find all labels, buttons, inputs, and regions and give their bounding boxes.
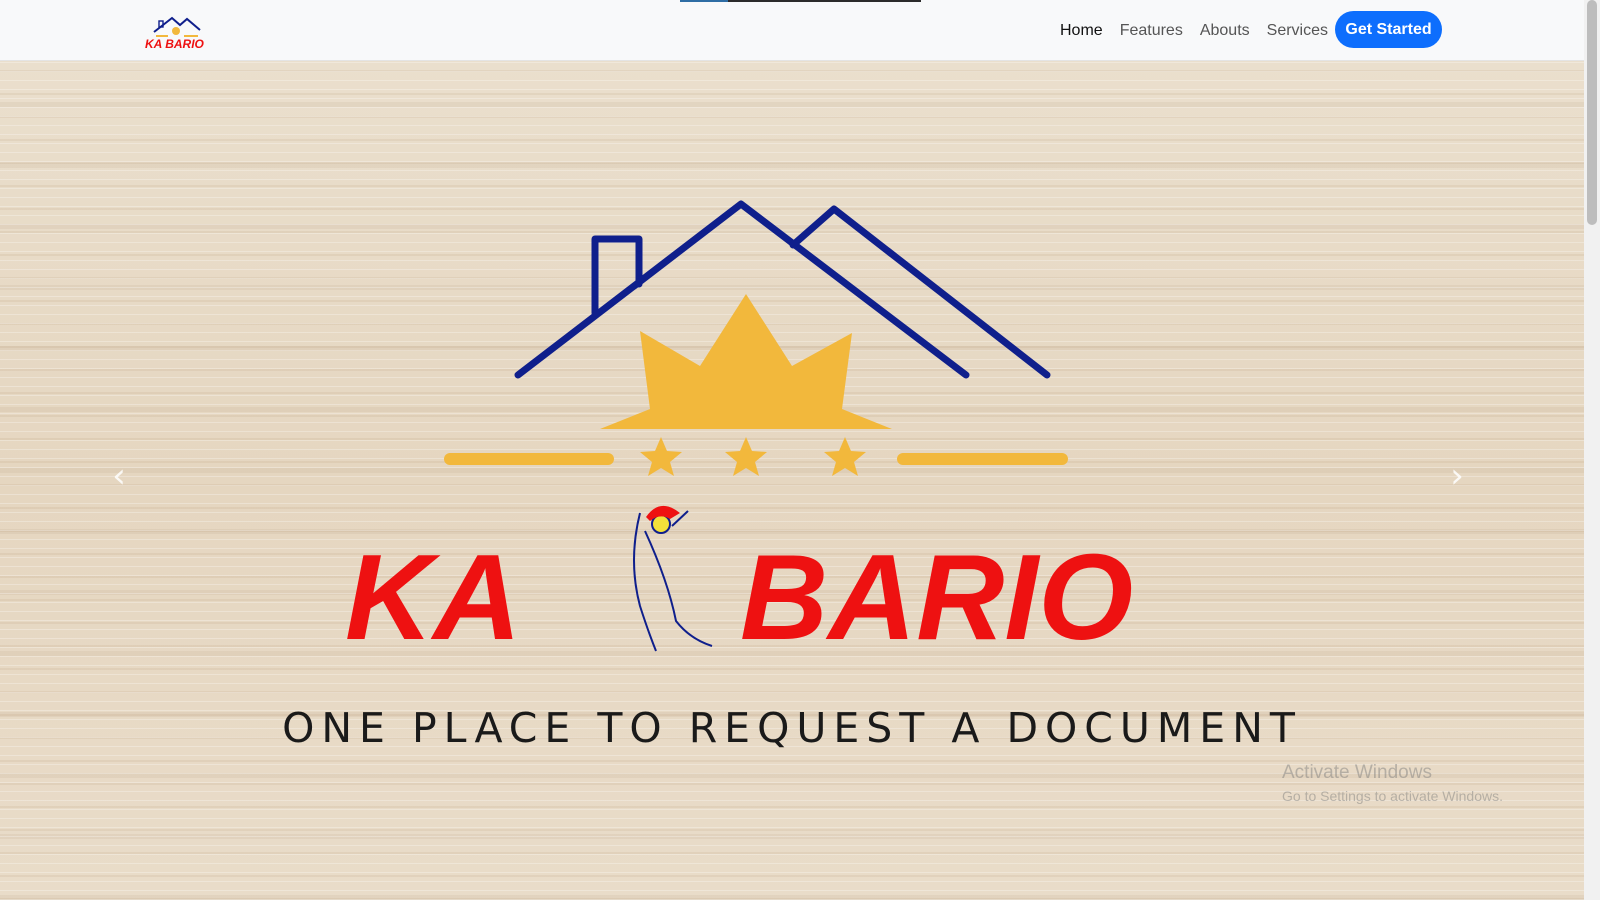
vertical-scrollbar[interactable] [1584,0,1600,900]
nav-link-features[interactable]: Features [1120,22,1183,40]
navbar: KA BARIO Home Features Abouts Services G… [0,0,1584,61]
svg-text:KA BARIO: KA BARIO [145,37,205,51]
logo-word-ka: KA [345,529,521,665]
nav-link-abouts[interactable]: Abouts [1200,22,1250,40]
get-started-button[interactable]: Get Started [1335,11,1442,48]
scroll-progress-fill [680,0,728,2]
chevron-right-icon[interactable]: › [1442,456,1472,496]
watermark-title: Activate Windows [1282,762,1432,783]
sun-icon [600,294,892,429]
hero-carousel: KA BARIO ONE PLACE TO REQUEST A DOCUMENT… [0,61,1584,900]
logo-word-bario: BARIO [740,529,1133,665]
windows-activation-watermark: Activate Windows Go to Settings to activ… [1282,762,1503,804]
stars-icon [640,437,866,476]
nav-link-home[interactable]: Home [1060,22,1103,40]
house-icon [514,200,1051,379]
chevron-left-icon[interactable]: ‹ [104,456,134,496]
brand-logo[interactable]: KA BARIO [142,8,212,52]
hero-tagline: ONE PLACE TO REQUEST A DOCUMENT [282,704,1302,752]
nav-link-services[interactable]: Services [1267,22,1328,40]
page: KA BARIO Home Features Abouts Services G… [0,0,1600,900]
watermark-subtitle: Go to Settings to activate Windows. [1282,788,1503,804]
nav-links: Home Features Abouts Services [1060,0,1345,61]
scrollbar-thumb[interactable] [1587,0,1597,225]
scroll-progress-bar [680,0,921,2]
person-icon [633,510,713,652]
